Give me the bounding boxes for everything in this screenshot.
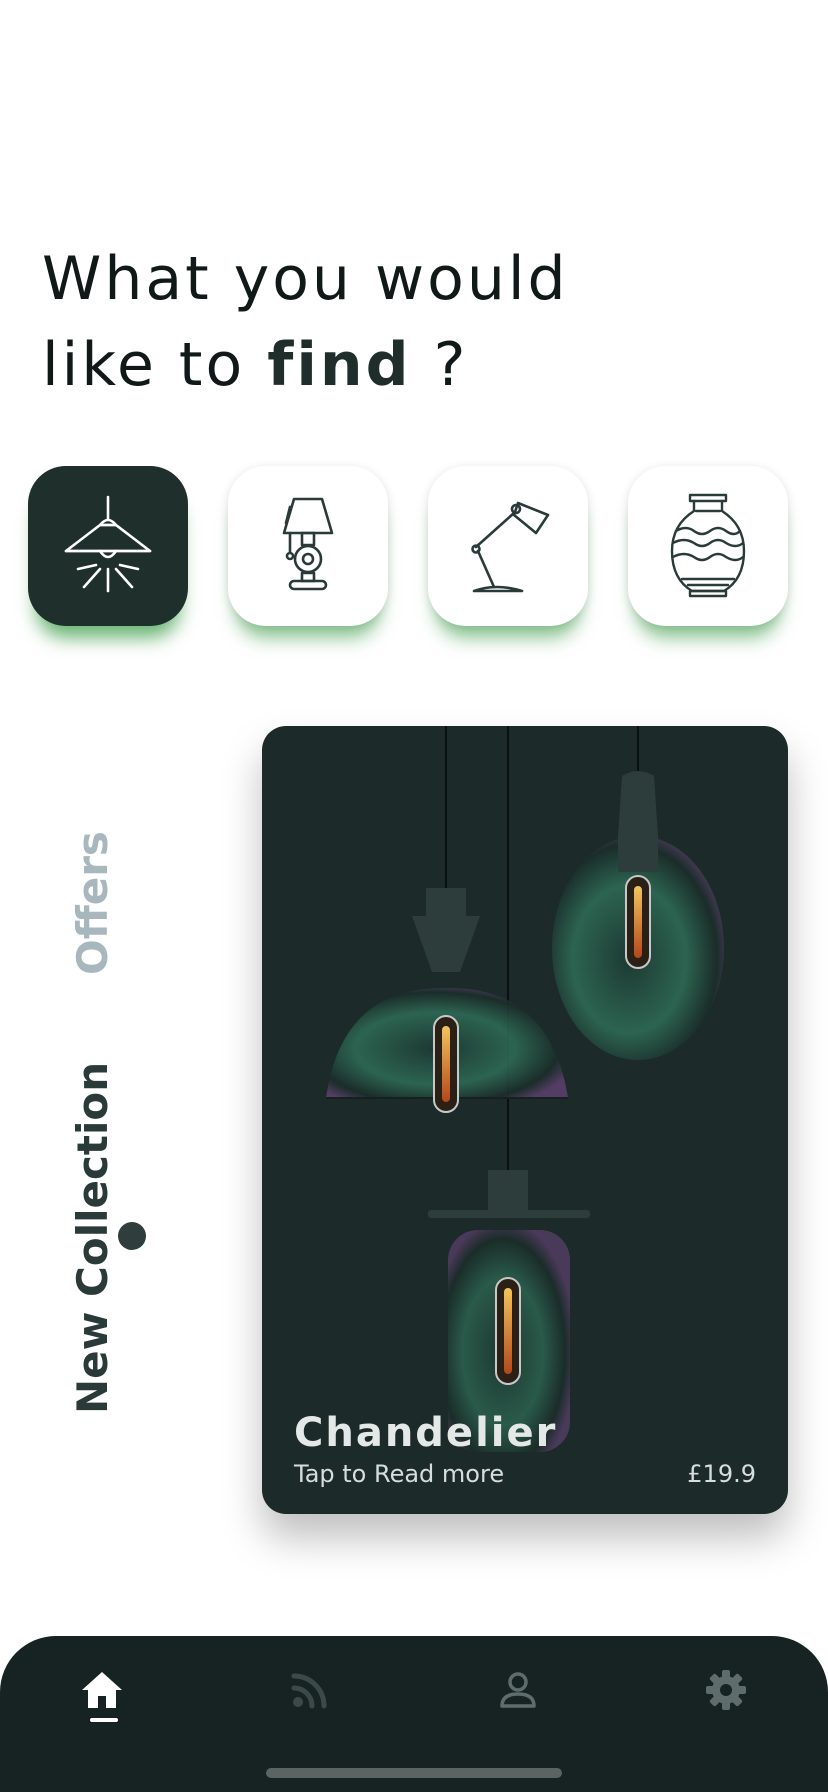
profile-icon xyxy=(500,1672,536,1708)
ceiling-lamp-icon xyxy=(64,495,152,593)
tab-new-collection[interactable]: New Collection xyxy=(68,1062,117,1414)
category-vase[interactable] xyxy=(628,466,788,626)
nav-home[interactable] xyxy=(72,1660,132,1720)
bottom-nav xyxy=(0,1636,828,1792)
settings-icon xyxy=(706,1670,746,1710)
category-table-lamp[interactable] xyxy=(228,466,388,626)
nav-active-indicator xyxy=(90,1718,118,1722)
feed-icon xyxy=(291,1673,327,1709)
nav-profile[interactable] xyxy=(488,1660,548,1720)
heading-emphasis: find xyxy=(267,330,412,400)
heading-line-2-suffix: ? xyxy=(411,330,469,400)
page-heading: What you would like to find ? xyxy=(42,236,569,408)
nav-feed[interactable] xyxy=(280,1660,340,1720)
category-ceiling-lamp[interactable] xyxy=(28,466,188,626)
heading-line-2-prefix: like to xyxy=(42,330,268,400)
category-desk-lamp[interactable] xyxy=(428,466,588,626)
heading-line-1: What you would xyxy=(42,244,569,314)
read-more-link[interactable]: Tap to Read more xyxy=(294,1460,504,1488)
desk-lamp-icon xyxy=(471,501,550,593)
active-tab-indicator xyxy=(118,1222,146,1250)
nav-settings[interactable] xyxy=(696,1660,756,1720)
product-price: £19.9 xyxy=(687,1460,756,1488)
tab-offers[interactable]: Offers xyxy=(68,831,117,975)
home-indicator xyxy=(266,1768,562,1778)
table-lamp-icon xyxy=(282,497,334,591)
product-card[interactable]: Chandelier Tap to Read more £19.9 xyxy=(262,726,788,1514)
home-icon xyxy=(82,1672,122,1708)
chandelier-image xyxy=(326,726,724,1452)
product-title: Chandelier xyxy=(294,1410,558,1456)
vase-icon xyxy=(670,493,746,598)
